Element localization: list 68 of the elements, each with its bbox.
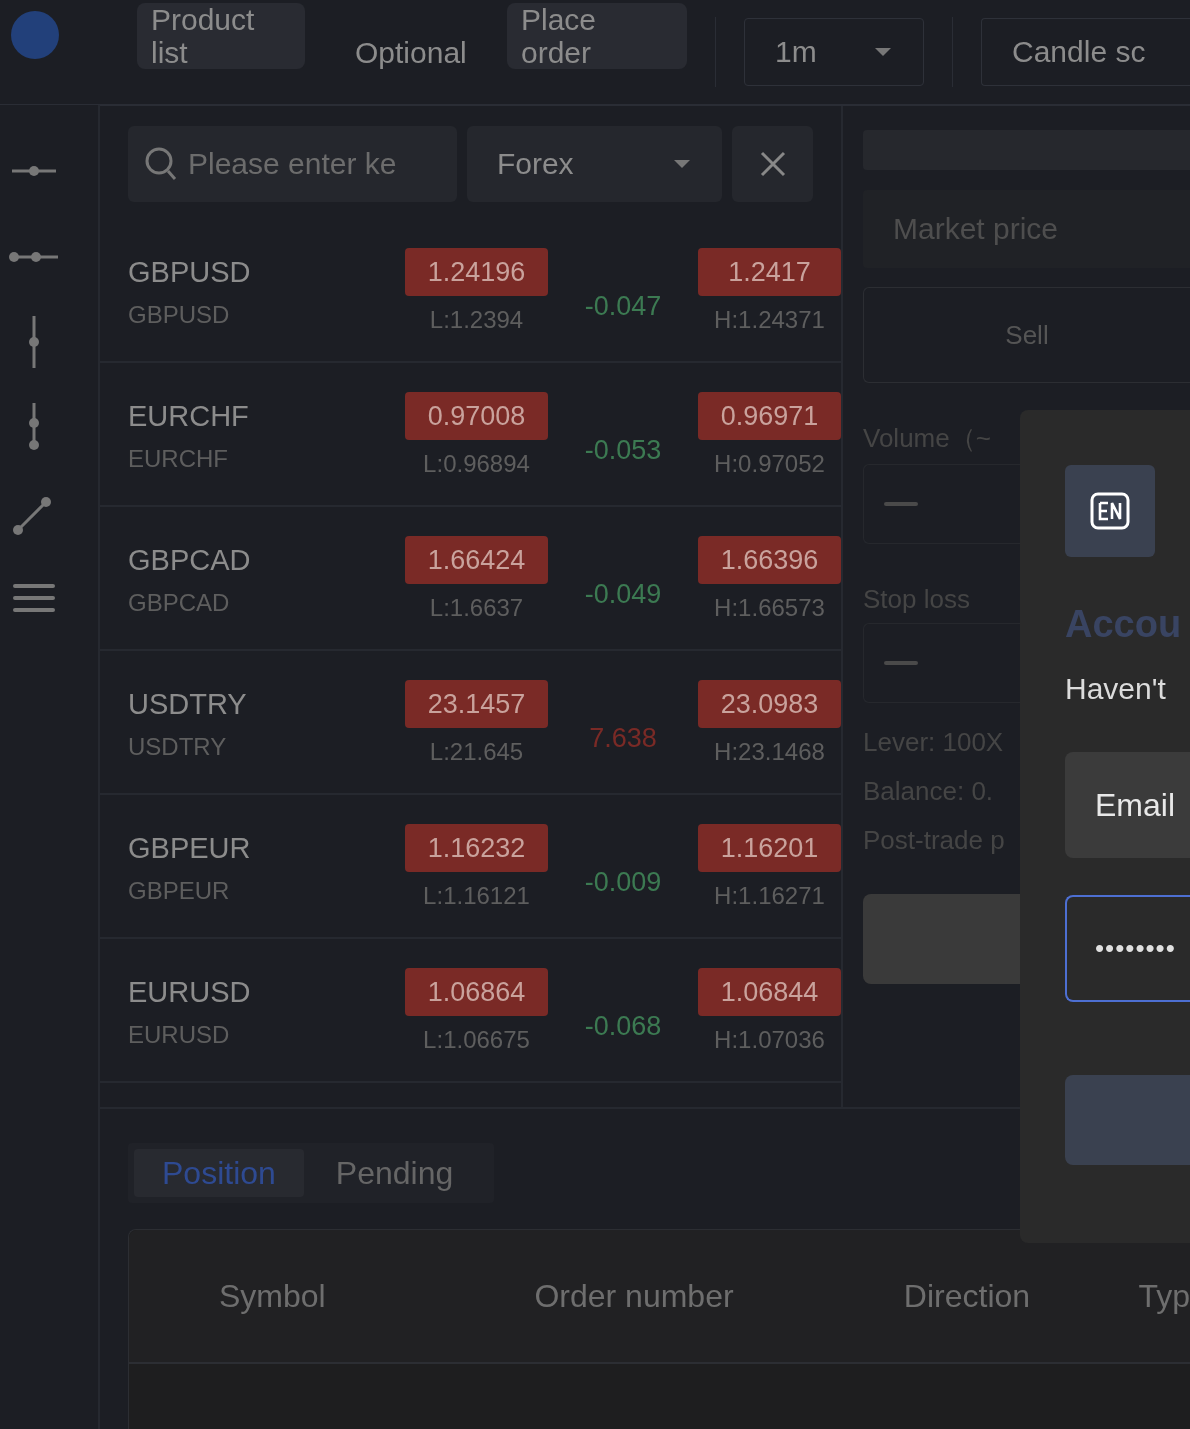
low-price: L:0.96894 <box>423 450 530 478</box>
chart-type-dropdown[interactable]: Candle sc <box>981 18 1190 86</box>
low-price: L:1.6637 <box>429 594 524 622</box>
search-icon <box>144 146 178 182</box>
high-price: H:1.66573 <box>714 594 825 622</box>
low-price: L:1.16121 <box>423 882 530 910</box>
high-price: H:0.97052 <box>714 450 825 478</box>
price-change: -0.009 <box>584 867 662 897</box>
ask-price[interactable]: 0.96971 <box>698 392 841 440</box>
column-header: Symbol <box>218 1277 327 1315</box>
symbol-code: GBPEUR <box>128 877 231 905</box>
bid-price[interactable]: 1.06864 <box>405 968 548 1016</box>
ask-price[interactable]: 1.16201 <box>698 824 841 872</box>
ask-price[interactable]: 23.0983 <box>698 680 841 728</box>
symbol-code: EURCHF <box>128 445 229 473</box>
language-icon <box>1090 492 1130 530</box>
low-price: L:1.06675 <box>423 1026 530 1054</box>
symbol-name: EURCHF <box>128 400 250 433</box>
login-method-tab[interactable]: Email <box>1065 752 1190 858</box>
column-header: Typ <box>1137 1277 1190 1315</box>
bid-price[interactable]: 1.66424 <box>405 536 548 584</box>
high-price: H:23.1468 <box>714 738 825 766</box>
high-price: H:1.16271 <box>714 882 825 910</box>
price-change: -0.053 <box>584 435 662 465</box>
symbol-code: EURUSD <box>128 1021 231 1049</box>
sell-button[interactable]: Sell <box>863 287 1190 383</box>
signup-prompt: Haven't <box>1065 672 1167 706</box>
low-price: L:1.2394 <box>429 306 524 334</box>
symbol-code: USDTRY <box>128 733 228 761</box>
bid-price[interactable]: 23.1457 <box>405 680 548 728</box>
caret-icon <box>873 46 893 58</box>
search-box[interactable]: Please enter ke <box>128 126 457 202</box>
symbol-name: GBPUSD <box>128 256 252 289</box>
ask-price[interactable]: 1.2417 <box>698 248 841 296</box>
nav-tab[interactable]: Optional <box>341 19 489 85</box>
nav-tab[interactable]: Product list <box>137 3 305 69</box>
caret-icon <box>672 158 693 170</box>
bid-price[interactable]: 0.97008 <box>405 392 548 440</box>
ask-price[interactable]: 1.06844 <box>698 968 841 1016</box>
price-change: -0.068 <box>584 1011 662 1041</box>
logo-icon <box>10 10 60 60</box>
close-button[interactable] <box>732 126 813 202</box>
low-price: L:21.645 <box>429 738 524 766</box>
column-header: Direction <box>902 1277 1032 1315</box>
search-field[interactable]: Please enter ke <box>188 147 428 181</box>
bid-price[interactable]: 1.24196 <box>405 248 548 296</box>
close-icon <box>758 150 787 178</box>
bid-price[interactable]: 1.16232 <box>405 824 548 872</box>
password-field[interactable]: •••••••• <box>1065 895 1190 1002</box>
position-tab[interactable]: Pending <box>307 1149 482 1197</box>
column-header: Order number <box>533 1277 735 1315</box>
price-change: -0.047 <box>584 291 662 321</box>
nav-tab[interactable]: Place order <box>507 3 687 69</box>
symbol-name: USDTRY <box>128 688 248 721</box>
language-button[interactable] <box>1065 465 1155 557</box>
interval-dropdown[interactable]: 1m <box>744 18 924 86</box>
price-change: 7.638 <box>589 723 657 753</box>
symbol-code: GBPCAD <box>128 589 231 617</box>
category-dropdown[interactable]: Forex <box>466 126 723 202</box>
symbol-name: GBPCAD <box>128 544 252 577</box>
symbol-name: EURUSD <box>128 976 252 1009</box>
symbol-name: GBPEUR <box>128 832 252 865</box>
price-change: -0.049 <box>584 579 662 609</box>
modal-title: Accou <box>1065 603 1183 646</box>
symbol-code: GBPUSD <box>128 301 231 329</box>
high-price: H:1.07036 <box>714 1026 825 1054</box>
ask-price[interactable]: 1.66396 <box>698 536 841 584</box>
high-price: H:1.24371 <box>714 306 825 334</box>
